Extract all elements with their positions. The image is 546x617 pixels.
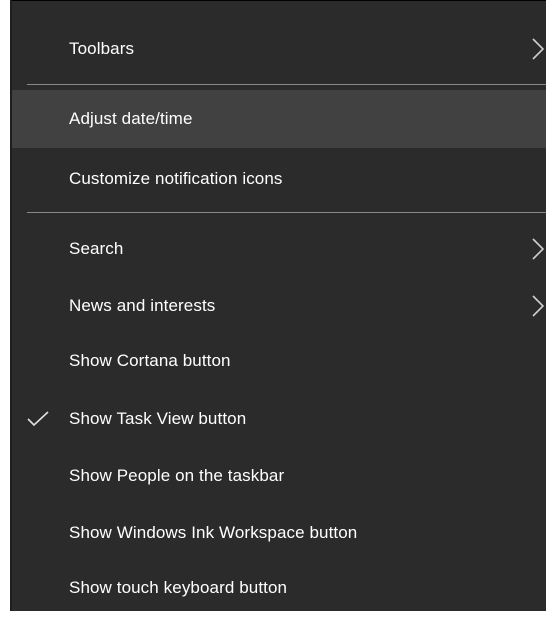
menu-item-show-touch-keyboard-button[interactable]: Show touch keyboard button xyxy=(12,559,546,617)
taskbar-context-menu: Toolbars Adjust date/time Customize noti… xyxy=(12,1,546,611)
menu-item-search[interactable]: Search xyxy=(12,220,546,278)
menu-item-show-cortana-button[interactable]: Show Cortana button xyxy=(12,332,546,390)
chevron-right-icon xyxy=(532,38,544,60)
menu-item-label: Show People on the taskbar xyxy=(69,466,285,485)
chevron-right-icon xyxy=(532,238,544,260)
menu-item-label: Adjust date/time xyxy=(69,109,193,128)
menu-separator xyxy=(27,212,546,213)
menu-item-show-task-view-button[interactable]: Show Task View button xyxy=(12,390,546,448)
menu-item-customize-notification-icons[interactable]: Customize notification icons xyxy=(12,150,546,208)
menu-item-label: Customize notification icons xyxy=(69,169,283,188)
menu-item-label: Show Windows Ink Workspace button xyxy=(69,523,358,542)
menu-item-show-people-on-taskbar[interactable]: Show People on the taskbar xyxy=(12,447,546,505)
chevron-right-icon xyxy=(532,295,544,317)
screenshot-frame: Toolbars Adjust date/time Customize noti… xyxy=(0,0,546,611)
menu-item-label: News and interests xyxy=(69,296,216,315)
menu-item-toolbars[interactable]: Toolbars xyxy=(12,20,546,78)
menu-item-show-windows-ink-workspace-button[interactable]: Show Windows Ink Workspace button xyxy=(12,504,546,562)
menu-item-news-and-interests[interactable]: News and interests xyxy=(12,277,546,335)
menu-item-label: Search xyxy=(69,239,124,258)
checkmark-icon xyxy=(27,411,49,427)
menu-item-label: Toolbars xyxy=(69,39,135,58)
menu-item-label: Show touch keyboard button xyxy=(69,578,288,597)
menu-item-label: Show Task View button xyxy=(69,409,247,428)
desktop-edge xyxy=(0,0,10,611)
menu-item-label: Show Cortana button xyxy=(69,351,231,370)
menu-separator xyxy=(27,84,546,85)
menu-item-adjust-date-time[interactable]: Adjust date/time xyxy=(12,90,546,148)
